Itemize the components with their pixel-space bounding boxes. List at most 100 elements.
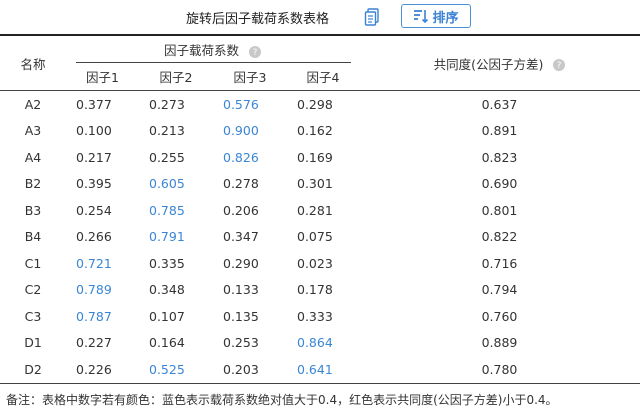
table-row: A2 0.377 0.273 0.576 0.298 0.637	[0, 91, 640, 118]
factor-3-cell: 0.900	[223, 123, 259, 139]
row-name-cell: C3	[24, 308, 42, 324]
communality-cell: 0.637	[481, 96, 518, 112]
factor-4-cell: 0.023	[297, 255, 333, 271]
communality-cell: 0.716	[481, 255, 518, 271]
factor-3-cell: 0.253	[223, 335, 259, 351]
communality-cell: 0.794	[481, 282, 518, 298]
svg-text:?: ?	[557, 61, 562, 71]
table-row: D2 0.226 0.525 0.203 0.641 0.780	[0, 356, 640, 384]
table-row: B4 0.266 0.791 0.347 0.075 0.822	[0, 224, 640, 251]
table-row: D1 0.227 0.164 0.253 0.864 0.889	[0, 330, 640, 357]
communality-cell: 0.780	[359, 356, 640, 384]
footnote: 备注：表格中数字若有颜色：蓝色表示载荷系数绝对值大于0.4，红色表示共同度(公因…	[6, 393, 558, 407]
factor-2-cell: 0.785	[149, 202, 185, 218]
column-header-factor-1: 因子1	[66, 63, 139, 91]
factor-2-cell: 0.605	[149, 176, 185, 192]
factor-1-cell: 0.395	[76, 176, 112, 192]
factor-4-cell: 0.075	[297, 229, 333, 245]
factor-2-cell: 0.273	[149, 96, 185, 112]
row-name-cell: C2	[24, 282, 42, 298]
factor-2-cell: 0.348	[149, 282, 185, 298]
column-header-factor-4: 因子4	[287, 63, 359, 91]
factor-4-cell: 0.641	[287, 356, 359, 384]
column-header-communality-label: 共同度(公因子方差)	[433, 56, 544, 72]
factor-2-cell: 0.335	[149, 255, 185, 271]
svg-text:?: ?	[253, 48, 258, 58]
communality-cell: 0.690	[481, 176, 518, 192]
factor-1-cell: 0.226	[66, 356, 139, 384]
row-name-cell: D2	[0, 356, 66, 384]
factor-3-cell: 0.278	[223, 176, 259, 192]
factor-4-cell: 0.178	[297, 282, 333, 298]
sort-button[interactable]: 排序	[401, 4, 471, 28]
table-header-bar: 旋转后因子载荷系数表格 排序	[0, 0, 640, 35]
row-name-cell: B2	[24, 176, 42, 192]
factor-3-cell: 0.133	[223, 282, 259, 298]
row-name-cell: C1	[24, 255, 42, 271]
factor-4-cell: 0.301	[297, 176, 333, 192]
factor-2-cell: 0.164	[149, 335, 185, 351]
communality-cell: 0.889	[481, 335, 518, 351]
factor-4-cell: 0.298	[297, 96, 333, 112]
sort-icon	[413, 9, 429, 23]
factor-3-cell: 0.347	[223, 229, 259, 245]
factor-1-cell: 0.789	[76, 282, 112, 298]
table-row: C3 0.787 0.107 0.135 0.333 0.760	[0, 303, 640, 330]
row-name-cell: A2	[24, 96, 42, 112]
column-group-label: 因子载荷系数	[164, 43, 240, 58]
table-row: C2 0.789 0.348 0.133 0.178 0.794	[0, 277, 640, 304]
document-icon[interactable]	[364, 8, 380, 26]
table-row: B3 0.254 0.785 0.206 0.281 0.801	[0, 197, 640, 224]
help-icon[interactable]: ?	[249, 45, 261, 58]
table-row: A3 0.100 0.213 0.900 0.162 0.891	[0, 118, 640, 145]
factor-1-cell: 0.377	[76, 96, 112, 112]
row-name-cell: D1	[24, 335, 42, 351]
page: 旋转后因子载荷系数表格 排序 名称 因子载荷系数 ? 共同度(公因子方差) ? …	[0, 0, 640, 411]
factor-2-cell: 0.255	[149, 149, 185, 165]
column-group-header-factor-loadings: 因子载荷系数 ?	[66, 34, 359, 63]
factor-1-cell: 0.266	[76, 229, 112, 245]
factor-4-cell: 0.333	[297, 308, 333, 324]
communality-cell: 0.822	[481, 229, 518, 245]
factor-2-cell: 0.525	[139, 356, 213, 384]
table-row: A4 0.217 0.255 0.826 0.169 0.823	[0, 144, 640, 171]
communality-cell: 0.760	[481, 308, 518, 324]
communality-cell: 0.891	[481, 123, 518, 139]
column-header-communality: 共同度(公因子方差) ?	[359, 34, 640, 91]
communality-cell: 0.823	[481, 149, 518, 165]
communality-cell: 0.801	[481, 202, 518, 218]
factor-3-cell: 0.576	[223, 96, 259, 112]
factor-2-cell: 0.107	[149, 308, 185, 324]
factor-4-cell: 0.162	[297, 123, 333, 139]
table-title: 旋转后因子载荷系数表格	[186, 12, 330, 27]
row-name-cell: A4	[24, 149, 42, 165]
factor-4-cell: 0.864	[297, 335, 333, 351]
help-icon[interactable]: ?	[553, 59, 566, 71]
factor-3-cell: 0.203	[213, 356, 287, 384]
row-name-cell: B3	[24, 202, 42, 218]
factor-1-cell: 0.721	[76, 255, 112, 271]
column-header-factor-2: 因子2	[139, 63, 213, 91]
row-name-cell: B4	[24, 229, 42, 245]
table-row: C1 0.721 0.335 0.290 0.023 0.716	[0, 250, 640, 277]
factor-2-cell: 0.213	[149, 123, 185, 139]
factor-1-cell: 0.217	[76, 149, 112, 165]
factor-4-cell: 0.169	[297, 149, 333, 165]
factor-3-cell: 0.135	[223, 308, 259, 324]
factor-1-cell: 0.254	[76, 202, 112, 218]
factor-1-cell: 0.100	[76, 123, 112, 139]
factor-3-cell: 0.826	[223, 149, 259, 165]
table-body: A2 0.377 0.273 0.576 0.298 0.637 A3 0.100 0.213 0…	[0, 91, 640, 384]
factor-3-cell: 0.290	[223, 255, 259, 271]
factor-1-cell: 0.227	[76, 335, 112, 351]
factor-loading-table: 名称 因子载荷系数 ? 共同度(公因子方差) ? 因子1 因子2 因子3 因子4…	[0, 34, 640, 384]
column-header-factor-3: 因子3	[213, 63, 287, 91]
table-row: B2 0.395 0.605 0.278 0.301 0.690	[0, 171, 640, 198]
column-header-name: 名称	[0, 34, 66, 91]
row-name-cell: A3	[24, 123, 42, 139]
factor-1-cell: 0.787	[76, 308, 112, 324]
sort-button-label: 排序	[432, 10, 459, 26]
factor-2-cell: 0.791	[149, 229, 185, 245]
factor-4-cell: 0.281	[297, 202, 333, 218]
factor-3-cell: 0.206	[223, 202, 259, 218]
